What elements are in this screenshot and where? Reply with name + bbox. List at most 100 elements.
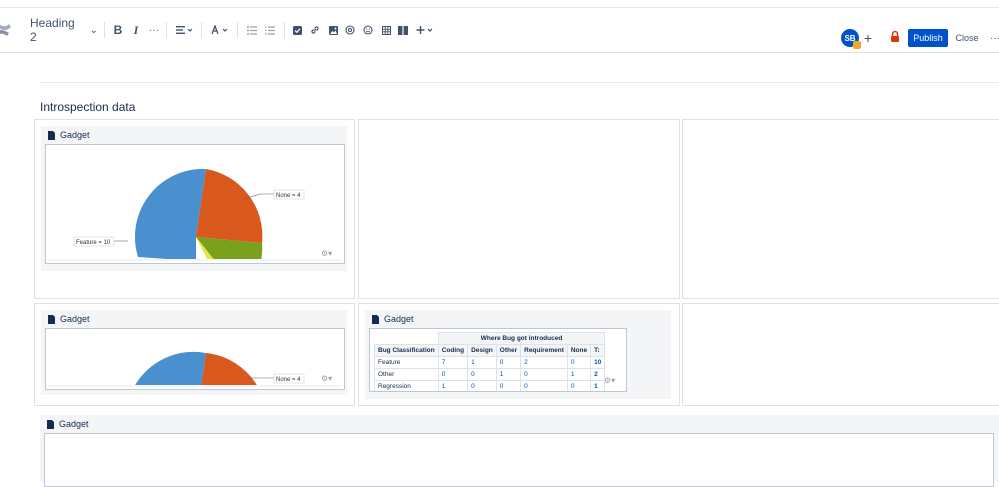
column-header: Bug Classification [374,344,439,357]
document-icon [47,419,54,429]
table-row: Feature 7 1 0 2 0 10 [374,356,606,369]
pie-slice-none [196,353,258,387]
pie-label-none: None = 4 [276,377,301,383]
text-color-button[interactable] [209,8,231,52]
table-cell-link[interactable]: 0 [467,368,497,381]
table-group-header: Where Bug got introduced [437,332,606,345]
column-header: Other [495,344,522,357]
mention-button[interactable] [344,8,356,52]
toolbar-divider [201,22,202,38]
table-cell-link[interactable]: 1 [495,368,522,381]
table-cell-link[interactable]: 0 [520,380,568,391]
numbered-list-button[interactable] [263,8,277,52]
table-cell-link[interactable]: 0 [520,368,568,381]
gadget-title-label: Gadget [60,130,90,140]
link-button[interactable] [309,8,321,52]
numbered-list-icon [265,25,275,35]
image-icon [328,25,338,35]
document-icon [372,314,379,324]
bullet-list-button[interactable] [245,8,259,52]
gadget-settings-icon[interactable]: ⚙▾ [321,249,332,258]
layouts-button[interactable] [397,8,409,52]
gadget-macro-2[interactable]: Gadget None = 4 ⚙▾ [41,310,347,395]
table-row: Regression 1 0 0 0 0 1 [374,380,606,391]
pie-slice-none [196,169,263,243]
gadget-title: Gadget [47,419,89,429]
confluence-logo-icon[interactable] [0,21,12,39]
toolbar-divider [104,22,105,38]
table-total-link[interactable]: 10 [590,356,606,369]
table-icon [381,25,391,35]
pie-chart: None = 4 Feature = 10 [48,168,342,261]
gadget-title-label: Gadget [59,419,89,429]
table-cell-link[interactable]: 0 [566,380,592,391]
pie-label-none: None = 4 [276,193,301,199]
alignment-icon [176,26,193,34]
add-collaborator-button[interactable]: + [862,30,874,46]
gadget-title: Gadget [372,314,414,324]
layout-cell-2[interactable] [358,119,680,299]
table-cell-link[interactable]: 1 [467,356,497,369]
row-label: Other [374,368,439,381]
heading-style-dropdown[interactable]: Heading 2 ⌄ [30,8,98,52]
layout-cell-4[interactable]: Gadget None = 4 ⚙▾ [34,303,355,406]
gadget-macro-1[interactable]: Gadget None = 4 Feature = 10 ⚙▾ [41,126,347,271]
title-divider [40,82,999,83]
gadget-macro-4[interactable]: Gadget [40,415,999,487]
table-cell-link[interactable]: 0 [495,356,522,369]
bold-button[interactable]: B [109,8,127,52]
alignment-button[interactable] [174,8,196,52]
pie-slice-feature [134,168,206,261]
layout-cell-5[interactable]: Gadget Where Bug got introduced Bug Clas… [358,303,680,406]
toolbar-divider [284,22,285,38]
gadget-title-label: Gadget [384,314,414,324]
table-cell-link[interactable]: 7 [437,356,469,369]
gadget-macro-3[interactable]: Gadget Where Bug got introduced Bug Clas… [365,310,671,399]
toolbar-divider [237,22,238,38]
gadget-frame: None = 4 ⚙▾ [45,328,345,390]
table-cell-link[interactable]: 0 [437,368,469,381]
table-button[interactable] [380,8,392,52]
bug-classification-table: Where Bug got introduced Bug Classificat… [374,332,606,391]
column-header: Design [467,344,497,357]
plus-icon: + [863,30,873,46]
layout-cell-3[interactable] [682,119,999,299]
gadget-settings-icon[interactable]: ⚙▾ [321,374,332,383]
close-button[interactable]: Close [953,29,981,47]
emoji-button[interactable] [362,8,374,52]
column-header: T: [590,344,606,357]
column-header: None [566,344,592,357]
lock-icon[interactable] [890,30,900,44]
page-heading[interactable]: Introspection data [40,100,135,114]
italic-button[interactable]: I [127,8,145,52]
publish-button[interactable]: Publish [908,29,948,47]
table-total-link[interactable]: 1 [590,380,606,391]
layout-cell-6[interactable] [682,303,999,406]
column-header: Coding [437,344,469,357]
table-cell-link[interactable]: 1 [437,380,469,391]
table-corner-cell [374,332,439,345]
layout-cell-1[interactable]: Gadget None = 4 Feature = 10 ⚙▾ [34,119,355,299]
document-icon [48,130,55,140]
editor-toolbar: Heading 2 ⌄ B I ··· SB + Publish Close ·… [0,8,999,53]
bold-icon: B [113,23,123,37]
table-cell-link[interactable]: 0 [467,380,497,391]
table-cell-link[interactable]: 0 [566,356,592,369]
insert-menu-button[interactable] [415,8,435,52]
image-button[interactable] [327,8,339,52]
table-total-link[interactable]: 2 [590,368,606,381]
table-cell-link[interactable]: 0 [495,380,522,391]
layouts-icon [398,25,408,35]
gadget-settings-icon[interactable]: ⚙▾ [604,376,615,385]
more-formatting-button[interactable]: ··· [145,8,163,52]
gadget-title: Gadget [48,130,90,140]
table-cell-link[interactable]: 2 [520,356,568,369]
table-cell-link[interactable]: 1 [566,368,592,381]
more-actions-button[interactable]: ··· [989,29,999,47]
insert-icon [416,26,433,34]
document-icon [48,314,55,324]
gadget-title-label: Gadget [60,314,90,324]
avatar-status-badge [853,41,861,49]
pie-slice-feature [134,351,206,387]
action-item-button[interactable] [291,8,303,52]
